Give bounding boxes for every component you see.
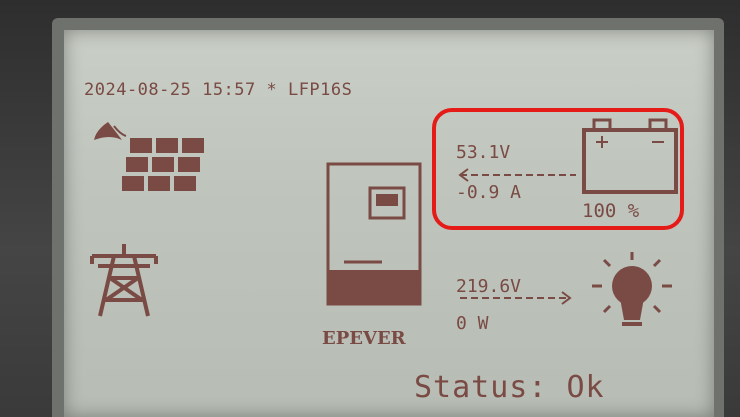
lightbulb-icon — [592, 252, 672, 326]
datetime-profile-line: 2024-08-25 15:57 * LFP16S — [84, 80, 353, 100]
moon-icon — [94, 122, 127, 140]
inverter-icon — [326, 162, 422, 306]
battery-highlight-box — [432, 108, 684, 230]
power-tower-icon — [90, 244, 158, 317]
solar-panel-icon — [122, 138, 204, 191]
device-frame: 2024-08-25 15:57 * LFP16S 53.1V -0.9 A 1… — [0, 0, 740, 417]
load-voltage: 219.6V — [456, 276, 522, 297]
status-text: Status: Ok — [414, 370, 605, 405]
load-power: 0 W — [456, 313, 489, 334]
brand-label: EPEVER — [322, 328, 406, 349]
